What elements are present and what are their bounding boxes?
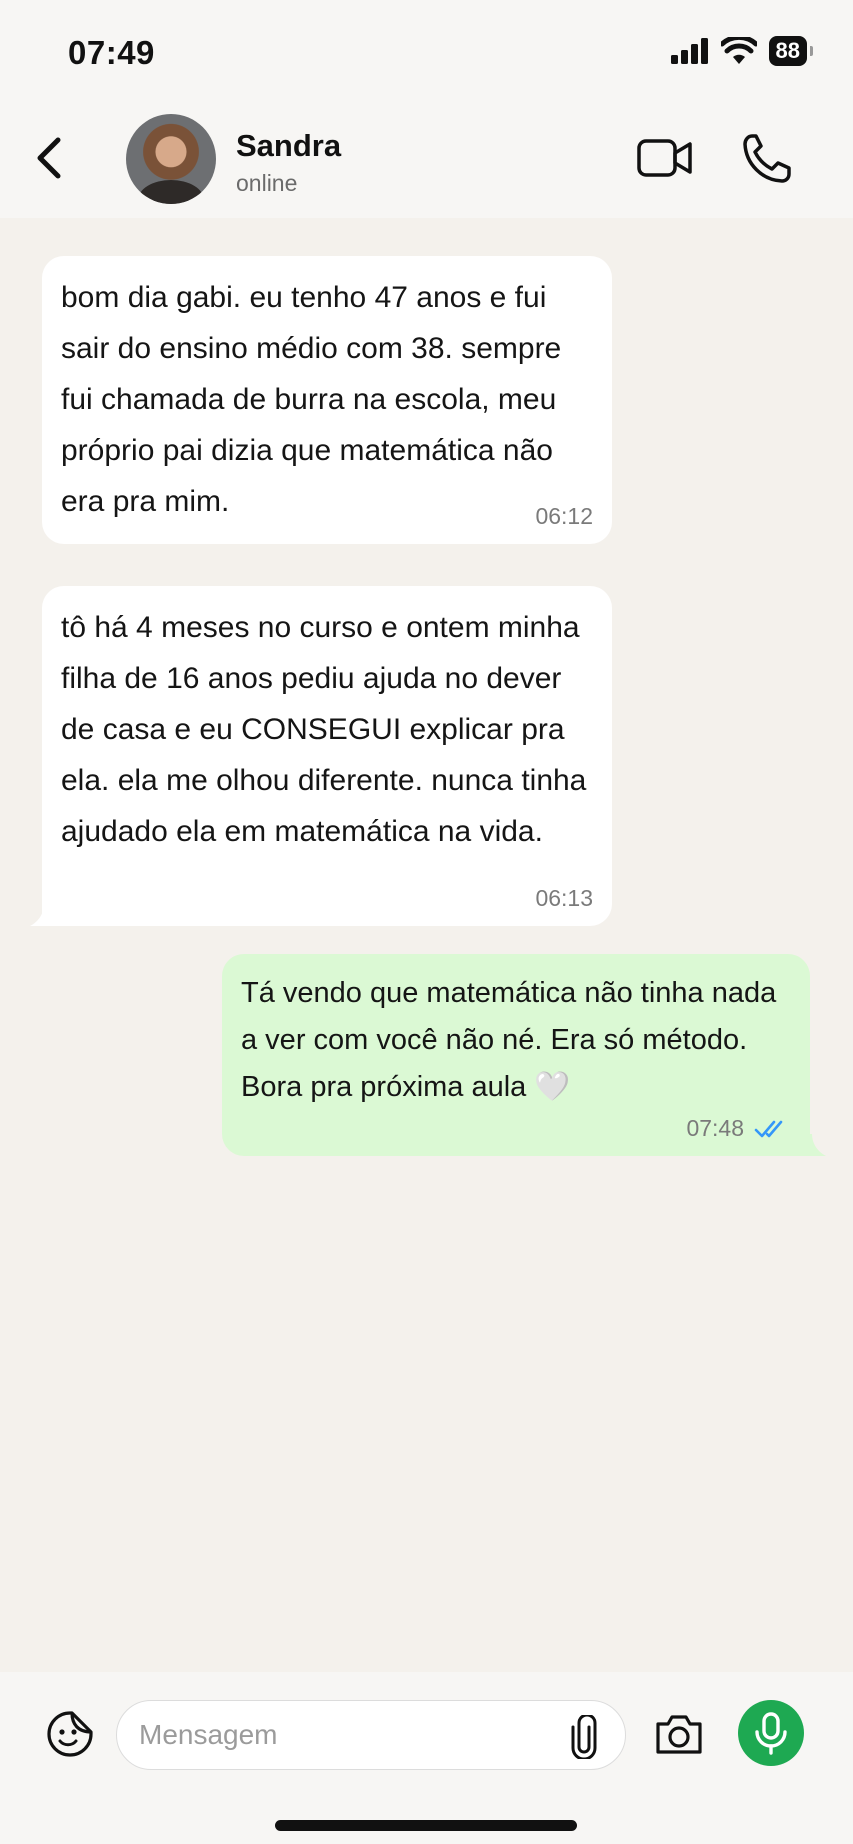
camera-icon[interactable] xyxy=(654,1712,704,1756)
message-time: 06:12 xyxy=(535,503,593,529)
avatar[interactable] xyxy=(126,114,216,204)
message-input[interactable]: Mensagem xyxy=(116,1700,626,1770)
message-bubble-incoming[interactable]: bom dia gabi. eu tenho 47 anos e fui sai… xyxy=(42,256,612,544)
mic-icon xyxy=(755,1712,787,1755)
video-call-icon[interactable] xyxy=(636,136,694,180)
bubble-tail xyxy=(804,1134,826,1156)
mic-button[interactable] xyxy=(738,1700,804,1766)
chat-header: Sandra online xyxy=(0,100,853,218)
battery-icon: 88 xyxy=(768,36,814,66)
message-text: tô há 4 meses no curso e ontem minha fil… xyxy=(61,611,587,848)
bubble-tail xyxy=(30,904,52,926)
avatar-shoulders xyxy=(138,180,204,204)
contact-name[interactable]: Sandra xyxy=(236,128,341,164)
message-time: 07:48 xyxy=(686,1115,744,1141)
status-time: 07:49 xyxy=(68,34,155,71)
home-indicator[interactable] xyxy=(275,1820,577,1831)
back-arrow-icon[interactable] xyxy=(30,130,70,186)
status-icons: 88 xyxy=(670,36,814,66)
message-bubble-incoming[interactable]: tô há 4 meses no curso e ontem minha fil… xyxy=(42,586,612,926)
message-input-placeholder: Mensagem xyxy=(139,1719,278,1750)
status-bar: 07:49 88 xyxy=(0,0,853,100)
wifi-icon xyxy=(720,37,757,64)
double-check-icon xyxy=(754,1120,783,1138)
message-text: bom dia gabi. eu tenho 47 anos e fui sai… xyxy=(61,281,562,518)
phone-icon[interactable] xyxy=(742,132,792,184)
signal-icon xyxy=(670,38,708,64)
input-bar: Mensagem xyxy=(0,1672,853,1844)
contact-status: online xyxy=(236,170,298,196)
chat-area[interactable]: bom dia gabi. eu tenho 47 anos e fui sai… xyxy=(0,218,853,1672)
attach-icon[interactable] xyxy=(569,1715,599,1759)
message-text: Tá vendo que matemática não tinha nada a… xyxy=(241,977,777,1103)
sticker-icon[interactable] xyxy=(46,1710,94,1758)
message-bubble-outgoing[interactable]: Tá vendo que matemática não tinha nada a… xyxy=(222,954,810,1156)
message-time: 06:13 xyxy=(535,885,593,911)
